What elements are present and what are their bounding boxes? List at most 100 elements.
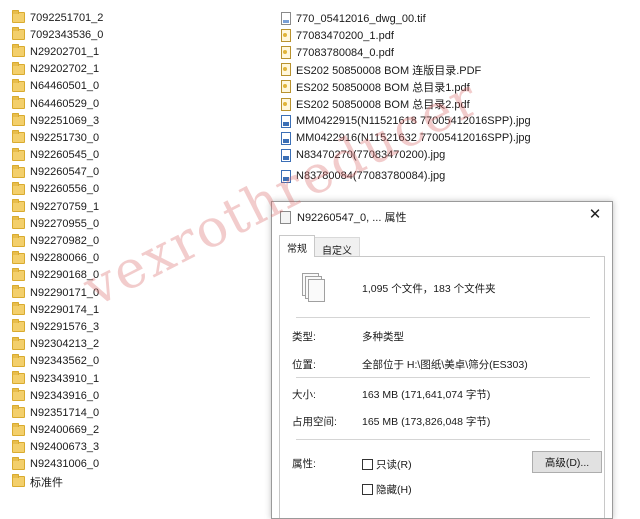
properties-dialog: N92260547_0, ... 属性 ✕ 常规 自定义 1,095 个文件，1…: [271, 201, 613, 519]
type-label: 类型:: [292, 331, 316, 343]
file-item[interactable]: ES202 50850008 BOM 总目录1.pdf: [281, 78, 531, 95]
folder-name: N92400669_2: [30, 424, 100, 437]
folder-item[interactable]: N92343562_0: [12, 353, 103, 370]
file-item[interactable]: MM0422915(N11521618 77005412016SPP).jpg: [281, 113, 531, 130]
tab-general[interactable]: 常规: [279, 235, 315, 257]
folder-item[interactable]: N92400669_2: [12, 422, 103, 439]
folder-icon: [12, 456, 25, 470]
folder-name: N92343910_1: [30, 372, 100, 385]
advanced-button[interactable]: 高级(D)...: [532, 451, 602, 473]
folder-item[interactable]: N92431006_0: [12, 456, 103, 473]
folder-name: N92290168_0: [30, 269, 100, 282]
folder-item[interactable]: 标准件: [12, 473, 103, 490]
divider: [296, 439, 590, 440]
folder-item[interactable]: N92343916_0: [12, 387, 103, 404]
folder-item[interactable]: N92260547_0: [12, 164, 103, 181]
folder-item[interactable]: N92251069_3: [12, 112, 103, 129]
folder-item[interactable]: 7092343536_0: [12, 26, 103, 43]
file-name: MM0422916(N11521632 77005412016SPP).jpg: [296, 132, 531, 145]
folder-name: N92260556_0: [30, 183, 100, 196]
folder-icon: [12, 336, 25, 350]
folder-icon: [12, 405, 25, 419]
file-item[interactable]: N83470270(77083470200).jpg: [281, 147, 531, 164]
img-file-icon: [281, 131, 291, 145]
folder-name: N29202701_1: [30, 45, 100, 58]
folder-icon: [12, 113, 25, 127]
folder-icon: [12, 216, 25, 230]
folder-item[interactable]: N92290168_0: [12, 267, 103, 284]
tif-file-icon: [281, 12, 291, 26]
file-name: 77083470200_1.pdf: [296, 29, 394, 42]
pdf-file-icon: [281, 63, 291, 77]
folder-item[interactable]: N29202702_1: [12, 61, 103, 78]
hidden-checkbox[interactable]: 隐藏(H): [362, 482, 412, 497]
folder-item[interactable]: N92270955_0: [12, 215, 103, 232]
folder-item[interactable]: N29202701_1: [12, 43, 103, 60]
tab-custom[interactable]: 自定义: [315, 237, 360, 257]
folder-name: 7092343536_0: [30, 28, 104, 41]
folder-item[interactable]: N92304213_2: [12, 336, 103, 353]
folder-name: N64460529_0: [30, 97, 100, 110]
folder-name: N29202702_1: [30, 63, 100, 76]
img-file-icon: [281, 148, 291, 162]
pdf-file-icon: [281, 29, 291, 43]
folder-icon: [12, 285, 25, 299]
file-item[interactable]: ES202 50850008 BOM 连版目录.PDF: [281, 61, 531, 78]
folder-item[interactable]: 7092251701_2: [12, 9, 103, 26]
checkbox-box[interactable]: [362, 484, 373, 495]
folder-name: N92251730_0: [30, 131, 100, 144]
file-name: ES202 50850008 BOM 总目录1.pdf: [296, 81, 470, 94]
folder-list: 7092251701_2 7092343536_0 N29202701_1 N2920…: [12, 9, 103, 490]
file-name: ES202 50850008 BOM 总目录2.pdf: [296, 99, 470, 112]
folder-icon: [12, 199, 25, 213]
pdf-file-icon: [281, 46, 291, 60]
folder-item[interactable]: N64460529_0: [12, 95, 103, 112]
file-item[interactable]: N83780084(77083780084).jpg: [281, 168, 531, 185]
location-label: 位置:: [292, 359, 316, 371]
folder-item[interactable]: N92400673_3: [12, 439, 103, 456]
folder-icon: [12, 27, 25, 41]
location-value: 全部位于 H:\图纸\美卓\筛分(ES303): [362, 359, 528, 371]
folder-icon: [12, 353, 25, 367]
folder-item[interactable]: N92290174_1: [12, 301, 103, 318]
folder-item[interactable]: N92260556_0: [12, 181, 103, 198]
folder-name: N92304213_2: [30, 338, 100, 351]
file-item[interactable]: 77083470200_1.pdf: [281, 27, 531, 44]
dialog-title: N92260547_0, ... 属性: [297, 212, 407, 224]
folder-name: N92270759_1: [30, 200, 100, 213]
file-item[interactable]: 770_05412016_dwg_00.tif: [281, 10, 531, 27]
file-item[interactable]: MM0422916(N11521632 77005412016SPP).jpg: [281, 130, 531, 147]
folder-item[interactable]: N92270759_1: [12, 198, 103, 215]
folder-item[interactable]: N92251730_0: [12, 129, 103, 146]
file-name: N83470270(77083470200).jpg: [296, 149, 446, 162]
readonly-checkbox[interactable]: 只读(R): [362, 457, 412, 472]
folder-icon: [12, 233, 25, 247]
general-panel: 1,095 个文件，183 个文件夹 类型: 多种类型 位置: 全部位于 H:\…: [279, 256, 605, 518]
file-item[interactable]: 77083780084_0.pdf: [281, 44, 531, 61]
folder-item[interactable]: N92280066_0: [12, 250, 103, 267]
folder-name: N92343562_0: [30, 355, 100, 368]
multiple-files-icon: [302, 273, 325, 303]
folder-icon: [12, 319, 25, 333]
folder-item[interactable]: N92290171_0: [12, 284, 103, 301]
folder-name: N64460501_0: [30, 80, 100, 93]
folder-item[interactable]: N92351714_0: [12, 404, 103, 421]
folder-item[interactable]: N92291576_3: [12, 318, 103, 335]
pdf-file-icon: [281, 97, 291, 111]
disk-size-label: 占用空间:: [292, 416, 337, 428]
img-file-icon: [281, 114, 291, 128]
attributes-label: 属性:: [292, 458, 316, 470]
folder-icon: [12, 147, 25, 161]
folder-name: N92251069_3: [30, 114, 100, 127]
folder-name: N92290174_1: [30, 303, 100, 316]
folder-name: N92270955_0: [30, 217, 100, 230]
pdf-file-icon: [281, 80, 291, 94]
folder-item[interactable]: N92270982_0: [12, 232, 103, 249]
file-item[interactable]: ES202 50850008 BOM 总目录2.pdf: [281, 95, 531, 112]
close-button[interactable]: ✕: [584, 204, 606, 226]
folder-icon: [12, 439, 25, 453]
folder-item[interactable]: N92260545_0: [12, 147, 103, 164]
folder-item[interactable]: N64460501_0: [12, 78, 103, 95]
checkbox-box[interactable]: [362, 459, 373, 470]
folder-item[interactable]: N92343910_1: [12, 370, 103, 387]
